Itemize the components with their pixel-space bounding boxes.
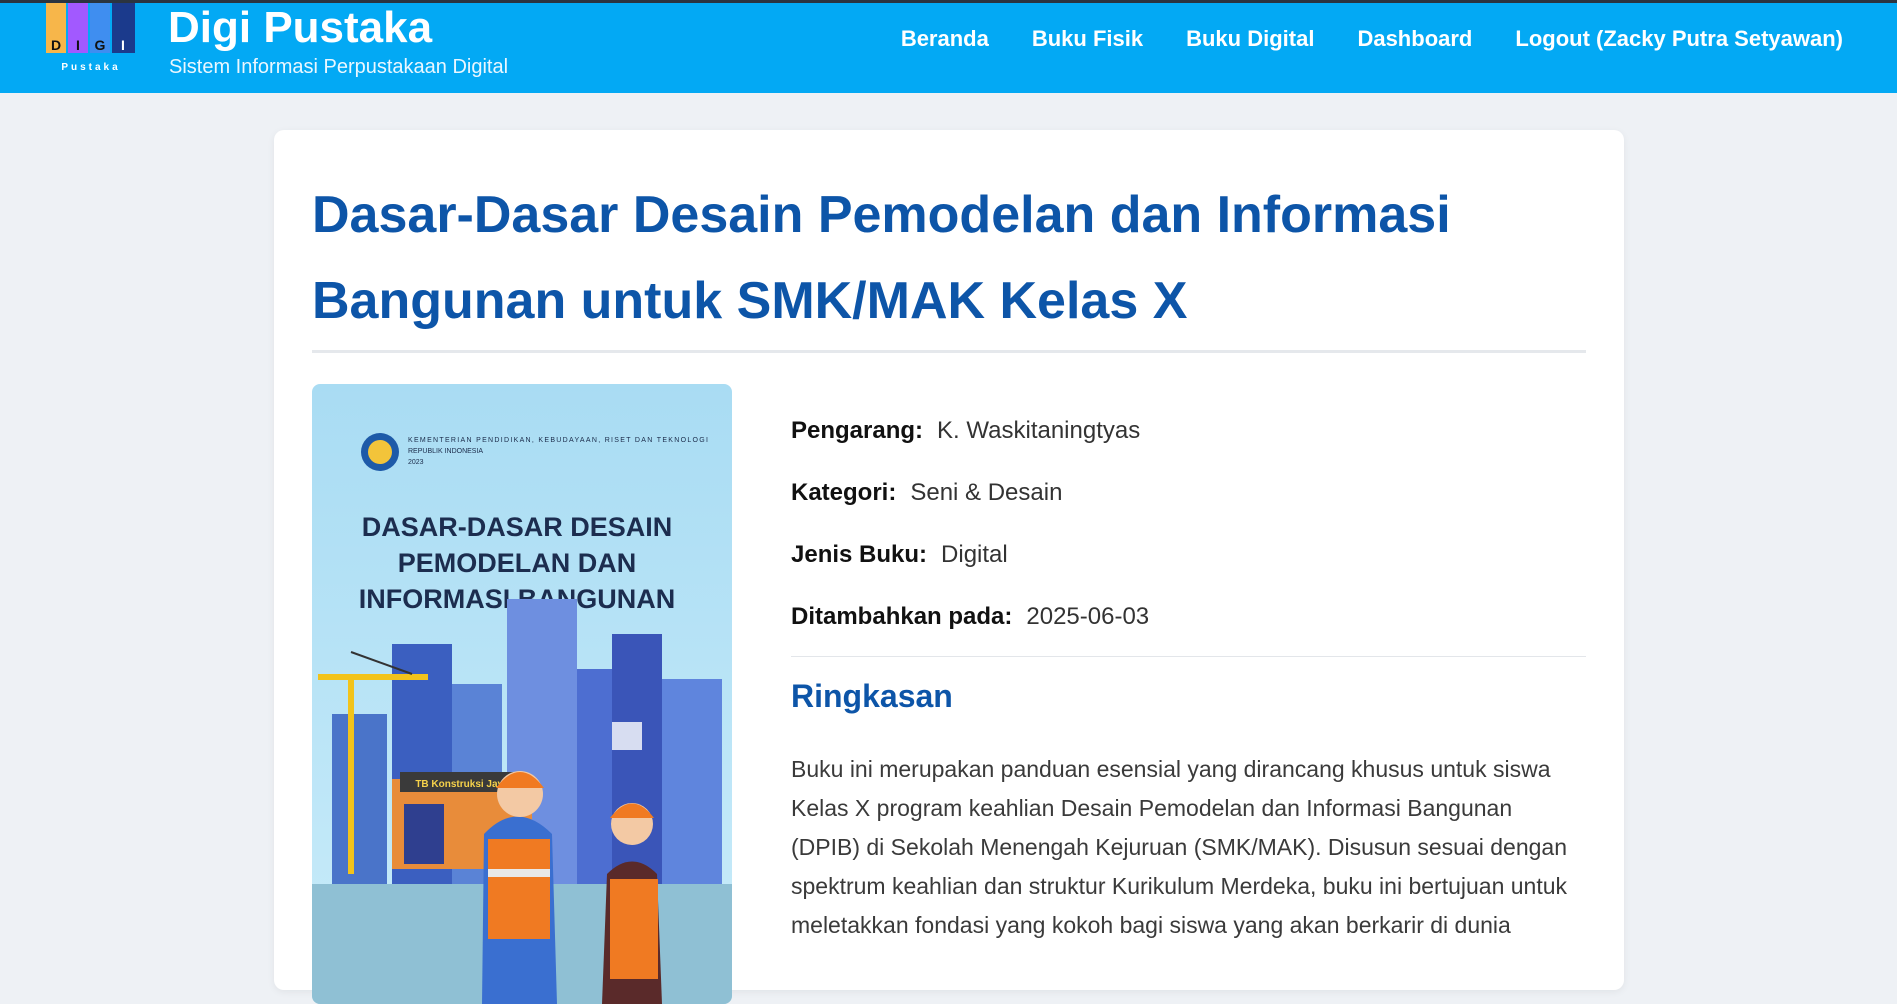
meta-category-row: Kategori: Seni & Desain	[791, 462, 1586, 524]
book-metadata: Pengarang: K. Waskitaningtyas Kategori: …	[791, 400, 1586, 648]
cover-title-line-1: DASAR-DASAR DESAIN	[362, 512, 673, 542]
meta-divider	[791, 656, 1586, 657]
meta-date-label: Ditambahkan pada:	[791, 603, 1013, 630]
book-detail-card: Dasar-Dasar Desain Pemodelan dan Informa…	[274, 130, 1624, 1004]
logo-letter-i: I	[76, 37, 80, 53]
nav-link-buku-digital[interactable]: Buku Digital	[1186, 25, 1314, 53]
nav-link-logout[interactable]: Logout (Zacky Putra Setyawan)	[1515, 25, 1843, 53]
nav-link-dashboard[interactable]: Dashboard	[1357, 25, 1472, 53]
svg-text:REPUBLIK INDONESIA: REPUBLIK INDONESIA	[408, 448, 483, 455]
nav-link-buku-fisik[interactable]: Buku Fisik	[1032, 25, 1143, 53]
book-title: Dasar-Dasar Desain Pemodelan dan Informa…	[312, 186, 1451, 330]
book-cover-image: KEMENTERIAN PENDIDIKAN, KEBUDAYAAN, RISE…	[312, 384, 732, 1004]
meta-type-value: Digital	[941, 541, 1008, 568]
logo-letter-d: D	[51, 37, 61, 53]
nav-link-beranda[interactable]: Beranda	[901, 25, 989, 53]
brand-title[interactable]: Digi Pustaka	[168, 5, 432, 51]
summary-heading: Ringkasan	[791, 678, 953, 714]
meta-type-row: Jenis Buku: Digital	[791, 524, 1586, 586]
meta-date-row: Ditambahkan pada: 2025-06-03	[791, 586, 1586, 648]
brand-subtitle: Sistem Informasi Perpustakaan Digital	[169, 56, 509, 78]
summary-text: Buku ini merupakan panduan esensial yang…	[791, 756, 1568, 938]
meta-type-label: Jenis Buku:	[791, 541, 928, 568]
title-divider	[312, 350, 1586, 353]
meta-category-label: Kategori:	[791, 479, 897, 506]
meta-author-label: Pengarang:	[791, 417, 924, 444]
nav-menu: Beranda Buku Fisik Buku Digital Dashboar…	[901, 25, 1843, 53]
cover-publisher: KEMENTERIAN PENDIDIKAN, KEBUDAYAAN, RISE…	[408, 437, 708, 444]
logo-subtext: Pustaka	[61, 62, 120, 73]
digi-pustaka-logo[interactable]: D I G I Pustaka	[44, 3, 139, 77]
navbar: D I G I Pustaka Digi Pustaka Sistem Info…	[0, 3, 1897, 93]
cover-shop-sign: TB Konstruksi Jaya	[415, 779, 509, 790]
cover-title-line-2: PEMODELAN DAN	[398, 548, 637, 578]
svg-text:2023: 2023	[408, 459, 424, 466]
meta-author-value: K. Waskitaningtyas	[937, 417, 1141, 444]
meta-author-row: Pengarang: K. Waskitaningtyas	[791, 400, 1586, 462]
meta-category-value: Seni & Desain	[910, 479, 1063, 506]
logo-letter-i2: I	[121, 37, 125, 53]
meta-date-value: 2025-06-03	[1026, 603, 1150, 630]
logo-letter-g: G	[95, 37, 106, 53]
